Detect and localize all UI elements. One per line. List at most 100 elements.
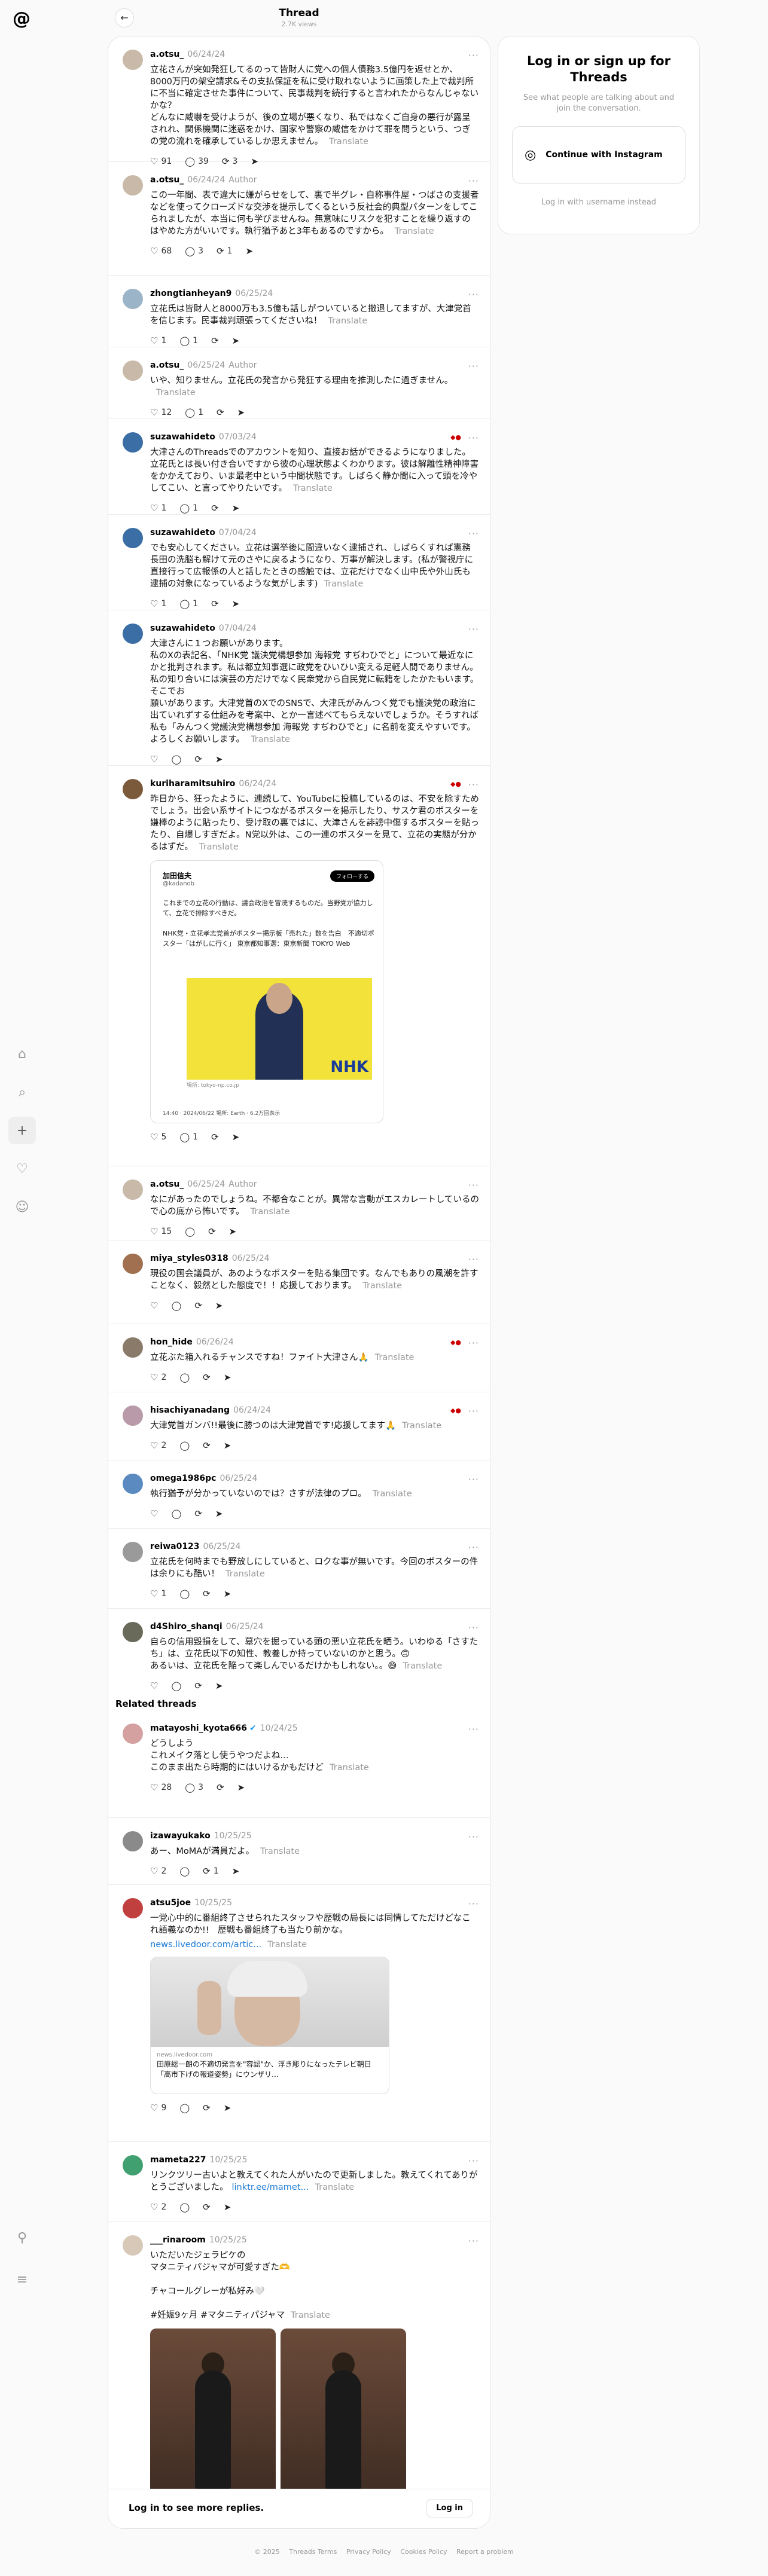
repost-button[interactable]: ⟳ <box>208 1226 216 1237</box>
like-button[interactable]: ♡ 28 <box>150 1782 172 1793</box>
translate-link[interactable]: Translate <box>225 1569 265 1579</box>
avatar[interactable] <box>123 624 143 644</box>
username[interactable]: ___rinaroom <box>150 2235 206 2245</box>
comment-button[interactable]: ◯ <box>179 2103 190 2113</box>
more-icon[interactable]: ··· <box>468 50 479 61</box>
repost-button[interactable]: ⟳ <box>203 2103 211 2113</box>
more-icon[interactable]: ··· <box>468 1179 479 1191</box>
link-card[interactable]: news.livedoor.com 田原総一朗の不適切発言を"容認"か、浮き彫り… <box>150 1957 389 2094</box>
avatar[interactable] <box>123 50 143 70</box>
username[interactable]: matayoshi_kyota666 <box>150 1724 247 1733</box>
more-icon[interactable]: ··· <box>468 289 479 300</box>
comment-button[interactable]: ◯ <box>185 1226 195 1237</box>
comment-button[interactable]: ◯ 3 <box>185 246 203 256</box>
more-icon[interactable]: ··· <box>468 1831 479 1842</box>
instagram-login-button[interactable]: ◎ Continue with Instagram <box>512 126 685 184</box>
avatar[interactable] <box>123 289 143 309</box>
like-button[interactable]: ♡ <box>150 1300 158 1311</box>
username[interactable]: izawayukako <box>150 1831 211 1841</box>
menu-icon[interactable]: ≡ <box>8 2266 36 2293</box>
cookies-link[interactable]: Cookies Policy <box>400 2548 447 2556</box>
repost-button[interactable]: ⟳ <box>194 1300 202 1311</box>
translate-link[interactable]: Translate <box>156 388 196 398</box>
avatar[interactable] <box>123 1179 143 1200</box>
like-button[interactable]: ♡ <box>150 1680 158 1691</box>
post-link[interactable]: news.livedoor.com/artic... <box>150 1940 261 1949</box>
share-button[interactable]: ➤ <box>224 1588 231 1599</box>
like-button[interactable]: ♡ 1 <box>150 335 166 346</box>
username[interactable]: omega1986pc <box>150 1474 216 1483</box>
username[interactable]: suzawahideto <box>150 624 215 633</box>
comment-button[interactable]: ◯ <box>179 1588 190 1599</box>
share-button[interactable]: ➤ <box>224 1372 231 1383</box>
translate-link[interactable]: Translate <box>362 1281 402 1291</box>
more-icon[interactable]: ··· <box>468 1254 479 1265</box>
username[interactable]: a.otsu_ <box>150 50 184 59</box>
repost-button[interactable]: ⟳ 1 <box>217 246 233 256</box>
share-button[interactable]: ➤ <box>229 1226 237 1237</box>
create-icon[interactable]: + <box>8 1117 36 1144</box>
avatar[interactable] <box>123 360 143 381</box>
like-button[interactable]: ♡ 1 <box>150 503 166 514</box>
comment-button[interactable]: ◯1 <box>179 503 198 514</box>
follow-button[interactable]: フォローする <box>330 870 374 882</box>
repost-button[interactable]: ⟳ <box>211 335 219 346</box>
translate-link[interactable]: Translate <box>251 735 290 744</box>
avatar[interactable] <box>123 175 143 195</box>
avatar[interactable] <box>123 1254 143 1274</box>
heart-icon[interactable]: ♡ <box>8 1155 36 1182</box>
avatar[interactable] <box>123 432 143 453</box>
username-login-link[interactable]: Log in with username instead <box>498 198 699 207</box>
translate-link[interactable]: Translate <box>199 842 239 852</box>
like-button[interactable]: ♡ 2 <box>150 1440 166 1451</box>
more-icon[interactable]: ··· <box>468 175 479 187</box>
repost-button[interactable]: ⟳ <box>203 1440 211 1451</box>
repost-button[interactable]: ⟳ <box>211 598 219 609</box>
threads-logo[interactable]: @ <box>11 8 32 30</box>
like-button[interactable]: ♡ 9 <box>150 2103 166 2113</box>
translate-link[interactable]: Translate <box>375 1353 415 1362</box>
username[interactable]: d4Shiro_shanqi <box>150 1622 223 1631</box>
share-button[interactable]: ➤ <box>237 1782 245 1793</box>
share-button[interactable]: ➤ <box>215 1508 223 1519</box>
username[interactable]: suzawahideto <box>150 432 215 442</box>
repost-button[interactable]: ⟳ <box>194 1680 202 1691</box>
repost-button[interactable]: ⟳ <box>194 1508 202 1519</box>
like-button[interactable]: ♡ 68 <box>150 246 172 256</box>
like-button[interactable]: ♡ 12 <box>150 407 172 418</box>
comment-button[interactable]: ◯ <box>171 754 181 765</box>
like-button[interactable]: ♡ 1 <box>150 598 166 609</box>
share-button[interactable]: ➤ <box>232 1866 240 1877</box>
comment-button[interactable]: ◯ 3 <box>185 1782 203 1793</box>
more-icon[interactable]: ··· <box>468 779 479 790</box>
like-button[interactable]: ♡ 2 <box>150 2202 166 2213</box>
share-button[interactable]: ➤ <box>246 246 254 256</box>
translate-link[interactable]: Translate <box>395 227 434 236</box>
translate-link[interactable]: Translate <box>328 316 367 326</box>
comment-button[interactable]: ◯1 <box>179 335 198 346</box>
avatar[interactable] <box>123 1542 143 1562</box>
translate-link[interactable]: Translate <box>260 1847 300 1856</box>
search-icon[interactable]: ⌕ <box>8 1078 36 1106</box>
repost-button[interactable]: ⟳ <box>211 503 219 514</box>
terms-link[interactable]: Threads Terms <box>289 2548 337 2556</box>
comment-button[interactable]: ◯ <box>171 1680 181 1691</box>
more-icon[interactable]: ··· <box>468 1474 479 1485</box>
more-icon[interactable]: ··· <box>468 1337 479 1349</box>
comment-button[interactable]: ◯1 <box>185 407 203 418</box>
share-button[interactable]: ➤ <box>237 407 245 418</box>
translate-link[interactable]: Translate <box>251 1207 290 1217</box>
photo[interactable] <box>150 2329 276 2502</box>
comment-button[interactable]: ◯ <box>171 1300 181 1311</box>
photo[interactable] <box>281 2329 406 2502</box>
share-button[interactable]: ➤ <box>215 1300 223 1311</box>
translate-link[interactable]: Translate <box>315 2183 354 2192</box>
comment-button[interactable]: ◯1 <box>179 598 198 609</box>
pin-icon[interactable]: ⚲ <box>8 2224 36 2251</box>
more-icon[interactable]: ··· <box>468 1405 479 1417</box>
repost-button[interactable]: ⟳ <box>203 1588 211 1599</box>
more-icon[interactable]: ··· <box>468 1622 479 1633</box>
report-link[interactable]: Report a problem <box>456 2548 514 2556</box>
embedded-tweet[interactable]: 加田信夫 @kadanob フォローする これまでの立花の行動は、議会政治を冒涜… <box>150 860 383 1123</box>
back-button[interactable]: ← <box>115 8 134 27</box>
